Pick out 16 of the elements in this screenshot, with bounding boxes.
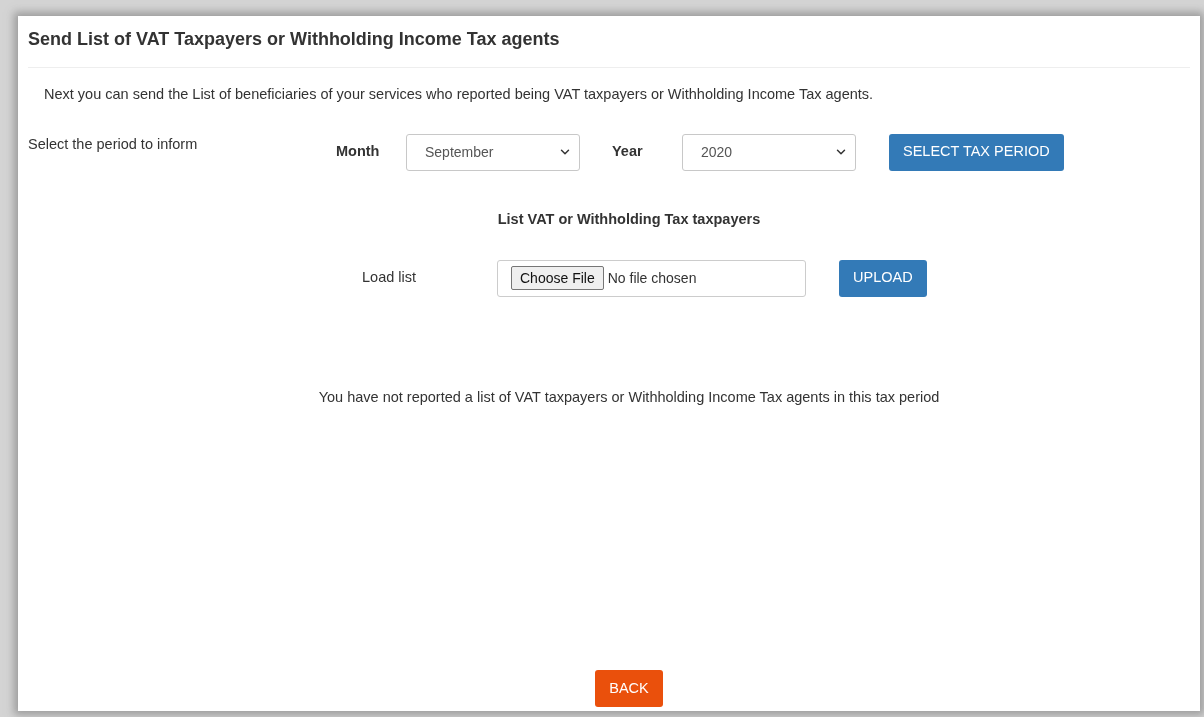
period-label: Select the period to inform	[28, 134, 199, 154]
file-input[interactable]: Choose File No file chosen	[497, 259, 806, 297]
year-select[interactable]: 2020	[682, 133, 856, 171]
list-heading: List VAT or Withholding Tax taxpayers	[497, 209, 761, 229]
back-button[interactable]: BACK	[595, 670, 663, 707]
upload-button[interactable]: UPLOAD	[839, 259, 927, 297]
page-title: Send List of VAT Taxpayers or Withholding Income Tax agents	[28, 28, 561, 51]
select-tax-period-button[interactable]: SELECT TAX PERIOD	[889, 133, 1064, 171]
load-list-label: Load list	[362, 267, 417, 287]
intro-text: Next you can send the List of beneficiaries of your services who reported being VAT taxpayers or Withholding Income Tax agents.	[43, 85, 875, 104]
month-label: Month	[336, 141, 381, 161]
status-message: You have not reported a list of VAT taxpayers or Withholding Income Tax agents in this tax period	[318, 387, 940, 407]
year-label: Year	[612, 141, 644, 161]
choose-file-button[interactable]: Choose File	[511, 266, 604, 290]
month-select[interactable]: September	[406, 133, 580, 171]
file-status: No file chosen	[607, 268, 697, 288]
